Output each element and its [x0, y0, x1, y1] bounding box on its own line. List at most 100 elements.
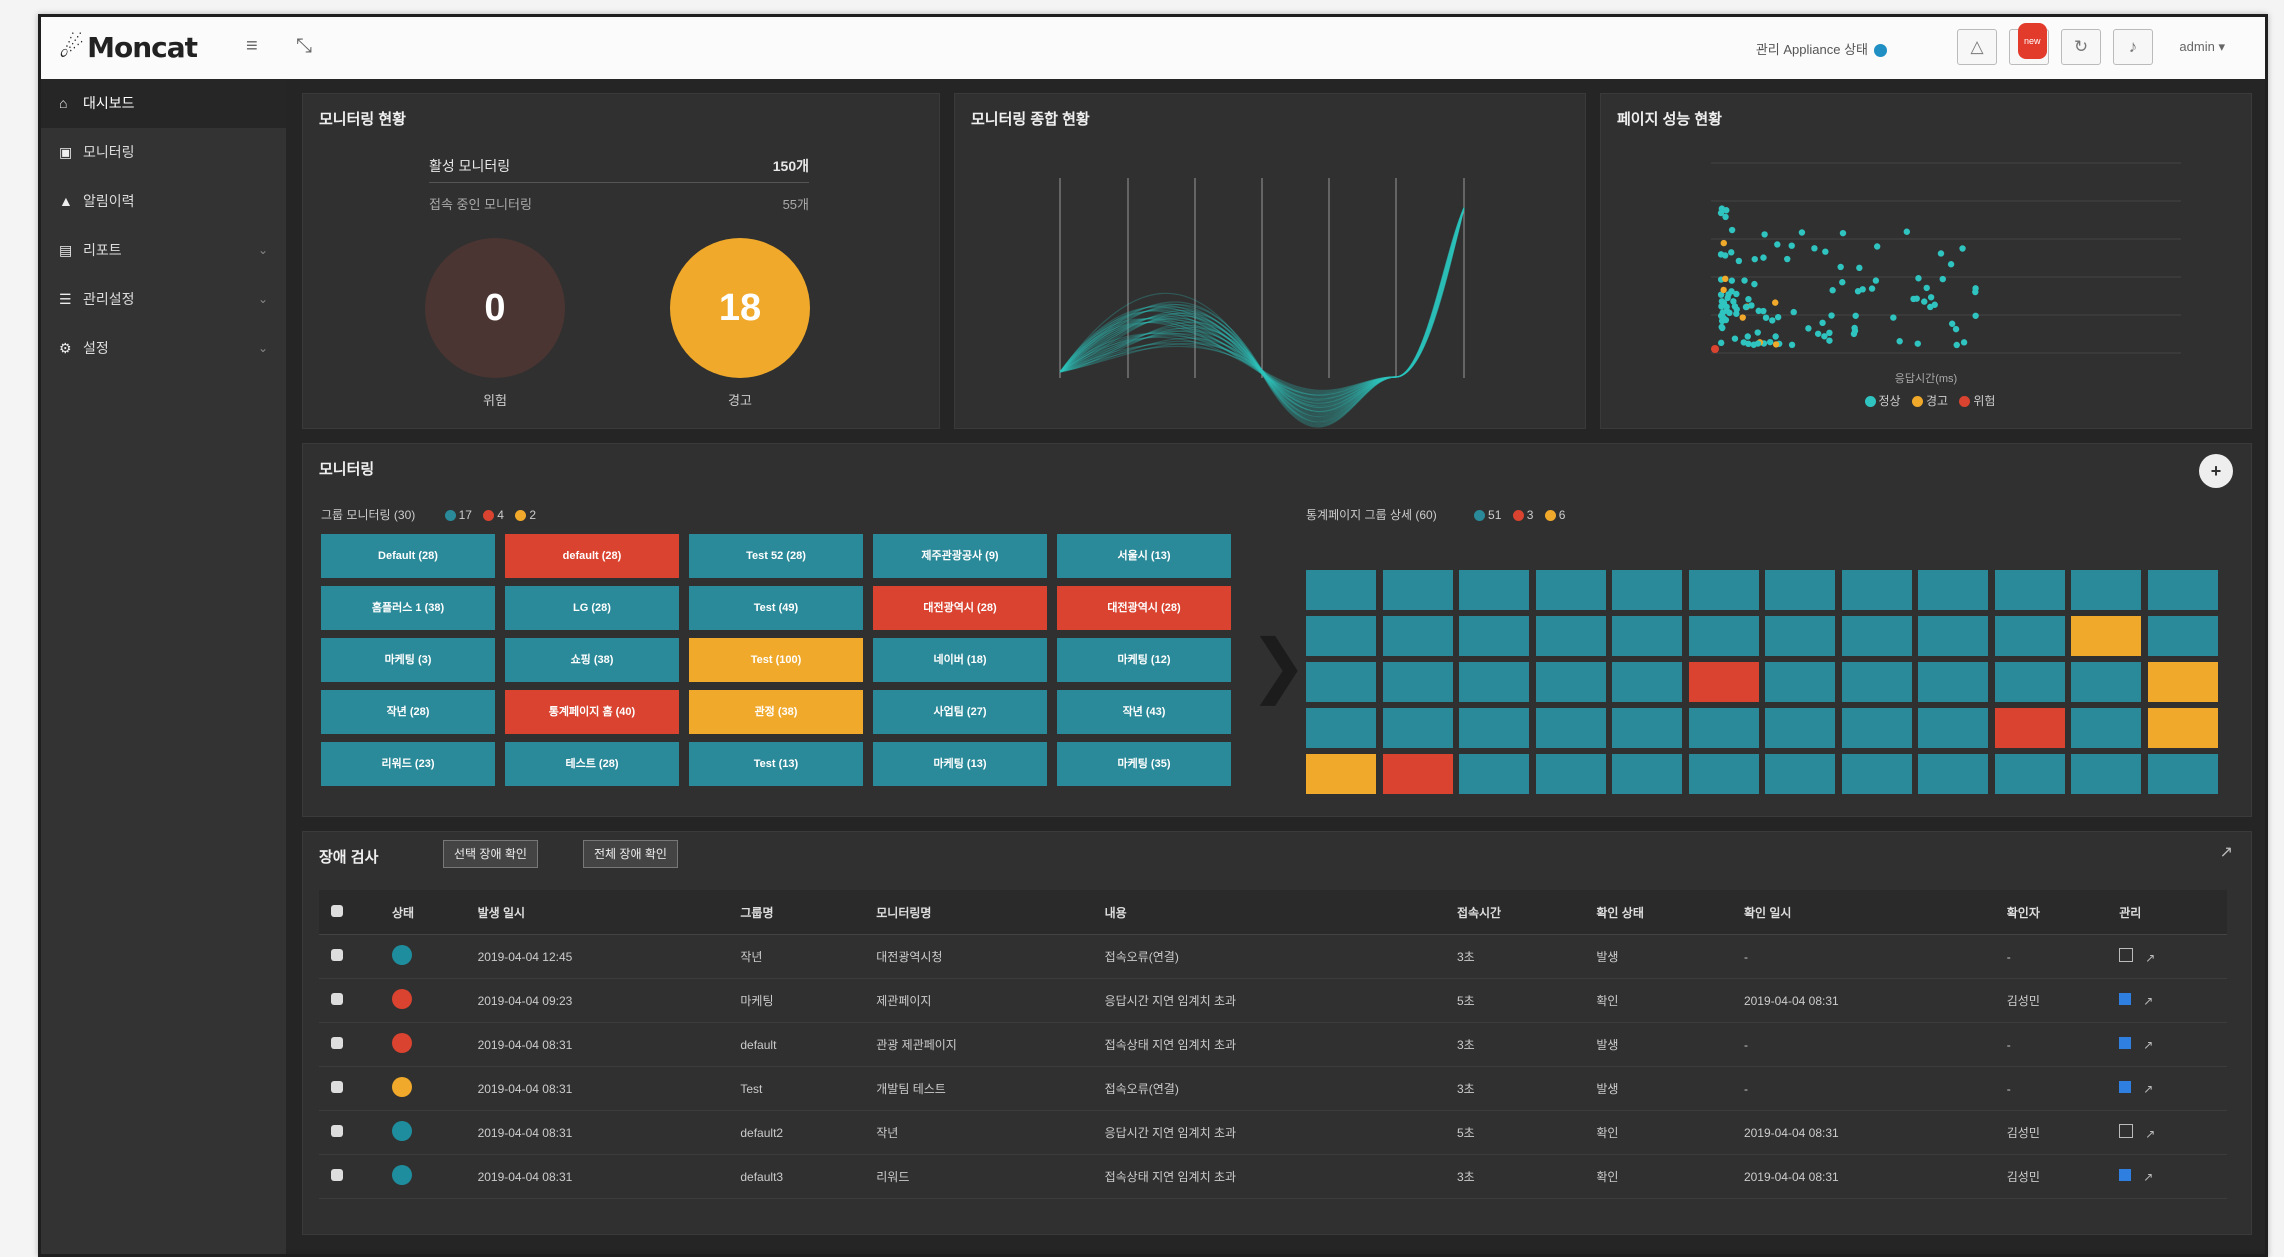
column-header[interactable]: 상태 — [379, 890, 466, 935]
group-cell[interactable]: Test (100) — [689, 638, 863, 682]
heatmap-cell[interactable] — [1841, 570, 1912, 610]
heatmap-cell[interactable] — [1535, 616, 1606, 656]
heatmap-cell[interactable] — [1459, 570, 1529, 610]
menu-toggle-icon[interactable]: ≡ — [246, 35, 258, 58]
heatmap-cell[interactable] — [1535, 662, 1606, 702]
heatmap-cell[interactable] — [1535, 754, 1606, 794]
add-group-button[interactable]: + — [2199, 454, 2233, 488]
group-cell[interactable]: 쇼핑 (38) — [505, 638, 679, 682]
open-link-icon[interactable]: ↗ — [2145, 951, 2155, 965]
heatmap-cell[interactable] — [1612, 616, 1682, 656]
open-link-icon[interactable]: ↗ — [2145, 1127, 2155, 1141]
group-cell[interactable]: 마케팅 (3) — [321, 638, 495, 682]
user-menu[interactable]: admin ▾ — [2179, 39, 2225, 55]
column-header[interactable]: 관리 — [2107, 890, 2227, 935]
heatmap-cell[interactable] — [1688, 616, 1759, 656]
row-checkbox[interactable] — [331, 1081, 343, 1093]
open-link-icon[interactable]: ↗ — [2143, 1038, 2153, 1052]
group-cell[interactable]: 서울시 (13) — [1057, 534, 1231, 578]
group-cell[interactable]: 작년 (28) — [321, 690, 495, 734]
open-link-icon[interactable]: ↗ — [2143, 1170, 2153, 1184]
column-header[interactable]: 접속시간 — [1444, 890, 1585, 935]
heatmap-cell[interactable] — [1459, 662, 1529, 702]
column-header[interactable] — [319, 890, 380, 935]
confirm-check-icon[interactable] — [2119, 1169, 2132, 1181]
heatmap-cell[interactable] — [1459, 708, 1529, 748]
confirm-all-button[interactable]: 전체 장애 확인 — [583, 840, 678, 868]
heatmap-cell[interactable] — [1612, 662, 1682, 702]
heatmap-cell[interactable] — [1765, 708, 1835, 748]
sidebar-item[interactable]: ☰ 관리설정 ⌄ — [41, 275, 286, 324]
confirm-selected-button[interactable]: 선택 장애 확인 — [443, 840, 538, 868]
group-cell[interactable]: 테스트 (28) — [505, 742, 679, 786]
open-link-icon[interactable]: ↗ — [2143, 994, 2153, 1008]
table-row[interactable]: 2019-04-04 08:31 default 관광 제관페이지 접속상태 지연 임… — [319, 1022, 2227, 1067]
heatmap-cell[interactable] — [1841, 616, 1912, 656]
heatmap-cell[interactable] — [2147, 708, 2218, 748]
heatmap-cell[interactable] — [1382, 616, 1453, 656]
heatmap-cell[interactable] — [1765, 662, 1835, 702]
sidebar-item[interactable]: ▣ 모니터링 — [41, 128, 286, 177]
heatmap-cell[interactable] — [1994, 662, 2065, 702]
heatmap-cell[interactable] — [1918, 616, 1988, 656]
select-all-checkbox[interactable] — [331, 904, 343, 917]
group-cell[interactable]: Test (49) — [689, 586, 863, 630]
heatmap-cell[interactable] — [1994, 754, 2065, 794]
heatmap-cell[interactable] — [1841, 708, 1912, 748]
warning-count-circle[interactable]: 18 — [670, 238, 810, 378]
heatmap-cell[interactable] — [1841, 754, 1912, 794]
heatmap-cell[interactable] — [1994, 616, 2065, 656]
table-row[interactable]: 2019-04-04 09:23 마케팅 제관페이지 응답시간 지연 임계치 초과 5초… — [319, 978, 2227, 1023]
column-header[interactable]: 확인자 — [1994, 890, 2108, 935]
heatmap-cell[interactable] — [2071, 570, 2141, 610]
sidebar-item[interactable]: ▲ 알림이력 — [41, 177, 286, 226]
heatmap-cell[interactable] — [1765, 570, 1835, 610]
danger-count-circle[interactable]: 0 — [425, 238, 565, 378]
group-cell[interactable]: 리워드 (23) — [321, 742, 495, 786]
column-header[interactable]: 내용 — [1092, 890, 1445, 935]
group-cell[interactable]: 작년 (43) — [1057, 690, 1231, 734]
heatmap-cell[interactable] — [1841, 662, 1912, 702]
heatmap-cell[interactable] — [1688, 570, 1759, 610]
confirm-check-icon[interactable] — [2119, 993, 2132, 1005]
heatmap-cell[interactable] — [2071, 754, 2141, 794]
group-cell[interactable]: Test (13) — [689, 742, 863, 786]
group-cell[interactable]: 관정 (38) — [689, 690, 863, 734]
heatmap-cell[interactable] — [1612, 754, 1682, 794]
group-cell[interactable]: 네이버 (18) — [873, 638, 1047, 682]
heatmap-cell[interactable] — [1306, 662, 1376, 702]
table-row[interactable]: 2019-04-04 08:31 default2 작년 응답시간 지연 임계치 초과… — [319, 1110, 2227, 1155]
group-cell[interactable]: 마케팅 (13) — [873, 742, 1047, 786]
refresh-button[interactable]: ↻ — [2061, 29, 2101, 65]
heatmap-cell[interactable] — [2071, 616, 2141, 656]
heatmap-cell[interactable] — [1918, 570, 1988, 610]
heatmap-cell[interactable] — [1688, 708, 1759, 748]
heatmap-cell[interactable] — [1382, 662, 1453, 702]
group-cell[interactable]: 홈플러스 1 (38) — [321, 586, 495, 630]
heatmap-cell[interactable] — [1765, 616, 1835, 656]
sidebar-item[interactable]: ▤ 리포트 ⌄ — [41, 226, 286, 275]
open-link-icon[interactable]: ↗ — [2143, 1082, 2153, 1096]
row-checkbox[interactable] — [331, 993, 343, 1005]
heatmap-cell[interactable] — [2147, 616, 2218, 656]
heatmap-cell[interactable] — [1918, 754, 1988, 794]
row-checkbox[interactable] — [331, 1037, 343, 1049]
heatmap-cell[interactable] — [1612, 708, 1682, 748]
heatmap-cell[interactable] — [1918, 662, 1988, 702]
notification-button[interactable]: new☰ — [2009, 23, 2049, 65]
sidebar-item[interactable]: ⌂ 대시보드 — [41, 79, 286, 128]
document-icon[interactable] — [2119, 1124, 2134, 1138]
heatmap-cell[interactable] — [1688, 754, 1759, 794]
heatmap-cell[interactable] — [2147, 570, 2218, 610]
confirm-check-icon[interactable] — [2119, 1081, 2132, 1093]
heatmap-cell[interactable] — [2147, 754, 2218, 794]
heatmap-cell[interactable] — [1459, 616, 1529, 656]
column-header[interactable]: 모니터링명 — [864, 890, 1093, 935]
heatmap-cell[interactable] — [1382, 570, 1453, 610]
heatmap-cell[interactable] — [1765, 754, 1835, 794]
group-cell[interactable]: LG (28) — [505, 586, 679, 630]
heatmap-cell[interactable] — [2071, 708, 2141, 748]
column-header[interactable]: 발생 일시 — [465, 890, 729, 935]
heatmap-cell[interactable] — [1535, 708, 1606, 748]
group-cell[interactable]: 마케팅 (12) — [1057, 638, 1231, 682]
